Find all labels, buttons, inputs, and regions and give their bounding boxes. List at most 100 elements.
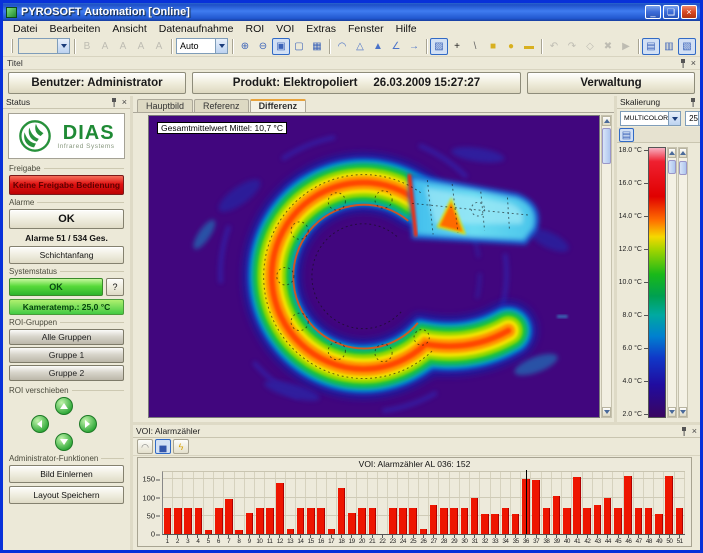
scroll-thumb[interactable] [668, 160, 676, 174]
alarm-bar-1[interactable] [164, 508, 172, 534]
alarm-bar-5[interactable] [205, 530, 213, 534]
polyline-tool-icon[interactable]: △ [351, 38, 369, 55]
alarm-bar-6[interactable] [215, 508, 223, 534]
delete-roi-icon[interactable]: ✖ [599, 38, 617, 55]
scroll-down-icon[interactable] [668, 407, 676, 417]
move-down-button[interactable] [55, 433, 73, 451]
bar-chart-icon[interactable]: ▅ [155, 439, 171, 454]
alarm-bar-26[interactable] [420, 529, 428, 534]
curve-tool-icon[interactable]: ◠ [333, 38, 351, 55]
alarm-bar-21[interactable] [369, 508, 377, 534]
style-a4-icon[interactable]: A [150, 38, 168, 55]
alarm-bar-10[interactable] [256, 508, 264, 534]
pin-icon[interactable] [680, 427, 688, 436]
maximize-button[interactable]: ❏ [663, 5, 679, 19]
roi-button-gruppe-2[interactable]: Gruppe 2 [9, 365, 124, 381]
alarm-bar-4[interactable] [195, 508, 203, 534]
pin-icon[interactable] [689, 98, 697, 107]
palette-combo[interactable]: MULTICOLOR [620, 111, 681, 126]
btn3d admin-button-layout-speichern[interactable]: Layout Speichern [9, 486, 124, 504]
btn3d admin-button-bild-einlernen[interactable]: Bild Einlernen [9, 465, 124, 483]
redo-icon[interactable]: ↷ [563, 38, 581, 55]
alarm-bar-29[interactable] [450, 508, 458, 534]
scroll-down-icon[interactable] [602, 407, 611, 417]
tab-hauptbild[interactable]: Hauptbild [137, 99, 193, 112]
alarm-bar-42[interactable] [583, 508, 591, 534]
scale-settings-icon[interactable]: ▤ [619, 128, 634, 142]
move-left-button[interactable] [31, 415, 49, 433]
alarm-bar-30[interactable] [461, 508, 469, 534]
dropdown-arrow-icon[interactable] [215, 39, 227, 53]
verwaltung-button[interactable]: Verwaltung [527, 72, 695, 94]
alarm-bar-37[interactable] [532, 480, 540, 534]
schichtanfang-button[interactable]: Schichtanfang [9, 246, 124, 264]
zoom-mode-combo[interactable]: Auto [176, 38, 228, 54]
pointer-icon[interactable]: ▶ [617, 38, 635, 55]
dropdown-arrow-icon[interactable] [57, 39, 69, 53]
alarm-bar-34[interactable] [502, 508, 510, 534]
menu-datei[interactable]: Datei [7, 23, 44, 35]
title-bar[interactable]: PYROSOFT Automation [Online] _❏× [3, 3, 700, 21]
scroll-thumb[interactable] [679, 161, 687, 175]
alarm-bar-18[interactable] [338, 488, 346, 534]
alarm-bar-2[interactable] [174, 508, 182, 534]
toolbar-grip[interactable] [11, 39, 13, 53]
menu-voi[interactable]: VOI [270, 23, 300, 35]
alarm-bar-11[interactable] [266, 508, 274, 534]
scroll-thumb[interactable] [602, 128, 611, 164]
menu-extras[interactable]: Extras [300, 23, 342, 35]
add-roi-icon[interactable]: + [448, 38, 466, 55]
menu-roi[interactable]: ROI [239, 23, 270, 35]
alarm-bar-51[interactable] [676, 508, 684, 534]
flip-icon[interactable]: ◇ [581, 38, 599, 55]
alarm-bar-44[interactable] [604, 498, 612, 534]
alarm-bar-9[interactable] [246, 513, 254, 534]
alarm-bar-49[interactable] [655, 514, 663, 534]
alarm-bar-16[interactable] [317, 508, 325, 534]
line-roi-icon[interactable]: \ [466, 38, 484, 55]
move-right-button[interactable] [79, 415, 97, 433]
order-icon[interactable]: ▥ [660, 38, 678, 55]
menu-hilfe[interactable]: Hilfe [390, 23, 423, 35]
pin-icon[interactable] [679, 59, 687, 68]
roi-button-gruppe-1[interactable]: Gruppe 1 [9, 347, 124, 363]
scroll-up-icon[interactable] [679, 148, 687, 158]
scroll-up-icon[interactable] [668, 148, 676, 158]
scroll-down-icon[interactable] [679, 407, 687, 417]
close-panel-icon[interactable]: × [692, 427, 697, 436]
alarm-bar-3[interactable] [184, 508, 192, 534]
tab-differenz[interactable]: Differenz [250, 99, 307, 112]
freigabe-status-button[interactable]: Keine Freigabe Bedienung [9, 175, 124, 195]
style-a1-icon[interactable]: A [96, 38, 114, 55]
alarm-bar-33[interactable] [491, 514, 499, 534]
alarm-bar-41[interactable] [573, 477, 581, 534]
angle-tool-icon[interactable]: ∠ [387, 38, 405, 55]
close-panel-icon[interactable]: × [122, 98, 127, 107]
alarm-bar-8[interactable] [235, 530, 243, 534]
bold-style-icon[interactable]: B [78, 38, 96, 55]
fit-view-icon[interactable]: ▣ [272, 38, 290, 55]
panel-icon[interactable]: ▧ [678, 38, 696, 55]
chart-cursor[interactable] [526, 470, 527, 534]
alarm-bar-31[interactable] [471, 498, 479, 534]
zoom-out-icon[interactable]: ⊖ [254, 38, 272, 55]
arrow-tool-icon[interactable]: → [405, 38, 423, 55]
style-a3-icon[interactable]: A [132, 38, 150, 55]
menu-datenaufnahme[interactable]: Datenaufnahme [153, 23, 240, 35]
reset-counter-icon[interactable]: ϟ [173, 439, 189, 454]
alarm-bar-28[interactable] [440, 508, 448, 534]
curve-display-icon[interactable]: ◠ [137, 439, 153, 454]
levels-combo[interactable]: 256 [685, 111, 703, 126]
menu-bearbeiten[interactable]: Bearbeiten [44, 23, 107, 35]
layers-icon[interactable]: ▤ [642, 38, 660, 55]
alarm-bar-43[interactable] [594, 505, 602, 534]
alarm-ok-button[interactable]: OK [9, 209, 124, 229]
alarm-bar-23[interactable] [389, 508, 397, 534]
roi-button-alle-gruppen[interactable]: Alle Gruppen [9, 329, 124, 345]
alarm-bar-13[interactable] [287, 529, 295, 534]
poly-roi-icon[interactable]: ▬ [520, 38, 538, 55]
product-button[interactable]: Produkt: Elektropoliert 26.03.2009 15:27… [192, 72, 521, 94]
alarm-bar-25[interactable] [409, 508, 417, 534]
preset-combo[interactable] [18, 38, 70, 54]
scroll-up-icon[interactable] [602, 116, 611, 126]
